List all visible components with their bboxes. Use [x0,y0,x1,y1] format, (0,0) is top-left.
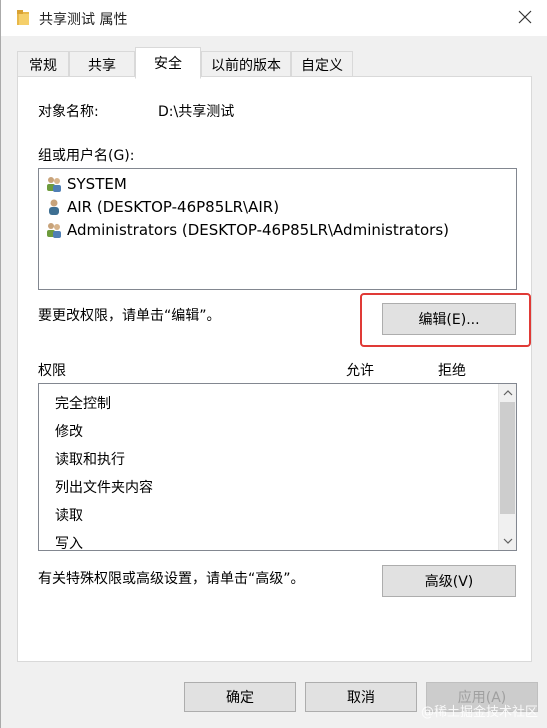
change-hint: 要更改权限，请单击“编辑”。 [38,308,221,324]
allow-column-header: 允许 [346,363,374,379]
permissions-listbox[interactable]: 完全控制 修改 读取和执行 列出文件夹内容 读取 写入 [38,383,517,551]
user-name: Administrators (DESKTOP-46P85LR\Administ… [67,221,449,239]
user-row-administrators[interactable]: Administrators (DESKTOP-46P85LR\Administ… [45,219,449,241]
permission-item: 写入 [55,536,83,549]
close-button[interactable] [502,0,547,34]
ok-button[interactable]: 确定 [184,682,296,712]
permissions-label: 权限 [38,363,66,379]
scroll-thumb[interactable] [500,402,515,514]
folder-icon [17,10,29,25]
tab-customize[interactable]: 自定义 [291,51,353,78]
tab-label: 以前的版本 [211,58,281,74]
permission-item: 读取和执行 [55,452,125,468]
tab-previous-versions[interactable]: 以前的版本 [201,51,291,78]
scroll-up-button[interactable] [499,384,517,402]
security-panel: 对象名称: D:\共享测试 组或用户名(G): SYSTEM AIR (DESK… [17,76,532,662]
cancel-button[interactable]: 取消 [305,682,417,712]
permission-item: 修改 [55,424,83,440]
user-name: AIR (DESKTOP-46P85LR\AIR) [67,198,280,216]
tab-label: 常规 [29,58,57,74]
edit-button-label: 编辑(E)... [418,312,480,328]
tab-general[interactable]: 常规 [17,51,69,78]
users-listbox[interactable]: SYSTEM AIR (DESKTOP-46P85LR\AIR) Adminis… [38,168,517,290]
group-users-icon [47,223,61,238]
title-bar: 共享测试 属性 [1,0,547,36]
user-row-system[interactable]: SYSTEM [45,173,127,195]
permission-item: 完全控制 [55,396,111,412]
user-name: SYSTEM [67,175,127,193]
tab-strip: 常规 共享 安全 以前的版本 自定义 [17,47,537,79]
tab-label: 共享 [88,58,116,74]
object-name-label: 对象名称: [38,104,99,120]
edit-button[interactable]: 编辑(E)... [382,303,516,335]
cancel-button-label: 取消 [347,690,375,706]
user-row-air[interactable]: AIR (DESKTOP-46P85LR\AIR) [45,196,279,218]
chevron-up-icon [503,390,513,396]
permissions-scrollbar[interactable] [498,384,516,550]
advanced-button-label: 高级(V) [424,574,474,590]
properties-dialog: 共享测试 属性 常规 共享 安全 以前的版本 自定义 对象名称: D:\共享测试… [0,0,547,728]
watermark: @稀土掘金技术社区 [420,705,538,720]
advanced-hint: 有关特殊权限或高级设置，请单击“高级”。 [38,571,305,587]
close-icon [518,10,532,24]
groups-label: 组或用户名(G): [38,148,135,164]
window-title: 共享测试 属性 [39,12,128,28]
advanced-button[interactable]: 高级(V) [382,565,516,597]
tab-security[interactable]: 安全 [135,47,201,79]
scroll-down-button[interactable] [499,532,517,550]
tab-label: 安全 [154,56,182,72]
permission-item: 读取 [55,508,83,524]
single-user-icon [49,199,59,215]
group-users-icon [47,177,61,192]
dialog-footer: 确定 取消 应用(A) @稀土掘金技术社区 [1,668,547,728]
tab-sharing[interactable]: 共享 [69,51,135,78]
chevron-down-icon [503,538,513,544]
deny-column-header: 拒绝 [438,363,466,379]
object-name-value: D:\共享测试 [158,104,235,120]
permission-item: 列出文件夹内容 [55,480,153,496]
ok-button-label: 确定 [226,690,254,706]
tab-label: 自定义 [301,58,343,74]
